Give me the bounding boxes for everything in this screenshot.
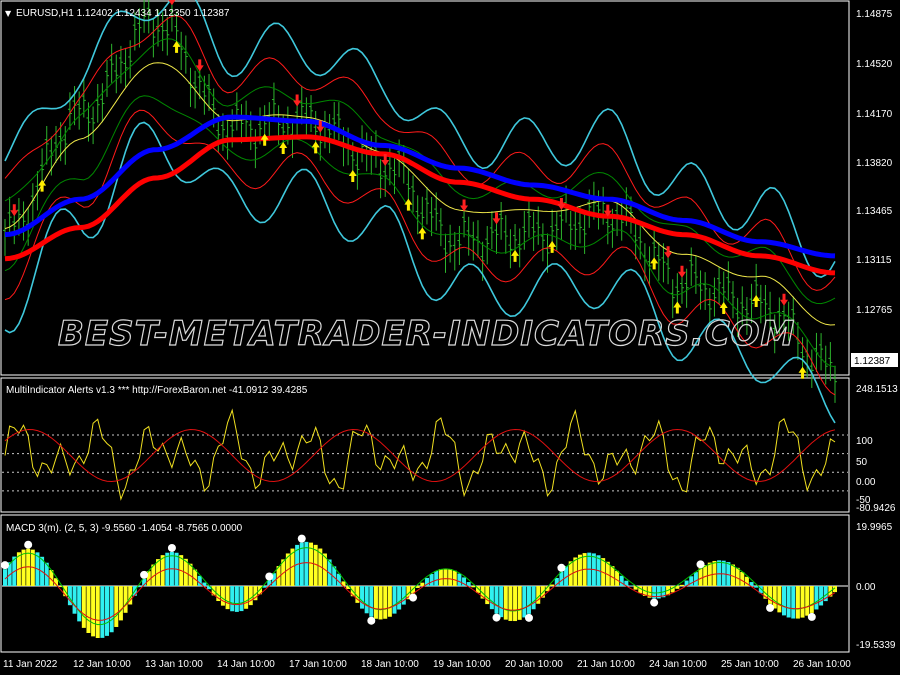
osc-tick: 50	[856, 457, 868, 468]
arrow-up-icon	[673, 301, 682, 314]
macd-axis: 19.9965 0.00 -19.5339	[856, 522, 896, 651]
macd-dot-marker	[807, 612, 816, 621]
macd-header: MACD 3(m). (2, 5, 3) -9.5560 -1.4054 -8.…	[6, 523, 243, 534]
price-tick: 1.14170	[856, 109, 893, 120]
macd-plot	[1, 534, 848, 639]
price-tick: 1.13465	[856, 206, 893, 217]
arrow-up-icon	[418, 227, 427, 240]
macd-dot-marker	[492, 613, 501, 622]
time-axis: 11 Jan 2022 12 Jan 10:00 13 Jan 10:00 14…	[3, 659, 851, 670]
macd-dot-marker	[140, 570, 149, 579]
price-tick: 1.14875	[856, 9, 893, 20]
macd-dot-marker	[696, 560, 705, 569]
arrow-up-icon	[752, 295, 761, 308]
macd-tick: 0.00	[856, 582, 876, 593]
time-tick: 18 Jan 10:00	[361, 659, 419, 670]
arrow-up-icon	[260, 133, 269, 146]
macd-dot-marker	[766, 603, 775, 612]
osc-tick: -80.9426	[856, 503, 896, 514]
osc-tick: 0.00	[856, 477, 876, 488]
macd-dot-marker	[367, 616, 376, 625]
arrow-up-icon	[511, 249, 520, 262]
time-tick: 19 Jan 10:00	[433, 659, 491, 670]
time-tick: 12 Jan 10:00	[73, 659, 131, 670]
time-tick: 20 Jan 10:00	[505, 659, 563, 670]
arrow-up-icon	[650, 257, 659, 270]
arrow-up-icon	[798, 366, 807, 379]
macd-dot-marker	[265, 572, 274, 581]
main-header: EURUSD,H1 1.12402 1.12434 1.12350 1.1238…	[16, 8, 230, 19]
band-line	[4, 38, 836, 305]
triangle-down-icon[interactable]: ▼	[5, 9, 12, 18]
macd-dot-marker	[557, 563, 566, 572]
osc-axis: 248.1513 100 50 0.00 -50 -80.9426	[856, 384, 898, 514]
time-tick: 13 Jan 10:00	[145, 659, 203, 670]
time-tick: 26 Jan 10:00	[793, 659, 851, 670]
time-tick: 24 Jan 10:00	[649, 659, 707, 670]
arrow-down-icon	[677, 265, 686, 278]
arrow-up-icon	[172, 40, 181, 53]
macd-dot-marker	[650, 598, 659, 607]
ma-fast-line	[4, 114, 836, 259]
main-plot	[3, 0, 837, 424]
arrow-up-icon	[719, 301, 728, 314]
macd-dot-marker	[524, 613, 533, 622]
chart-window: BEST-METATRADER-INDICATORS.COM ▼ EURUSD,…	[0, 0, 900, 675]
osc-tick: 248.1513	[856, 384, 898, 395]
macd-dot-marker	[167, 543, 176, 552]
arrow-down-icon	[779, 293, 788, 306]
osc-tick: 100	[856, 436, 873, 447]
chart-svg: BEST-METATRADER-INDICATORS.COM ▼ EURUSD,…	[0, 0, 898, 670]
time-tick: 25 Jan 10:00	[721, 659, 779, 670]
macd-dot-marker	[409, 593, 418, 602]
osc-panel-frame	[0, 377, 850, 513]
macd-dot-marker	[1, 561, 9, 570]
price-tick: 1.13820	[856, 158, 893, 169]
price-tick: 1.14520	[856, 59, 893, 70]
price-axis: 1.14875 1.14520 1.14170 1.13820 1.13465 …	[851, 9, 898, 367]
macd-dot-marker	[24, 540, 33, 549]
time-tick: 17 Jan 10:00	[289, 659, 347, 670]
arrow-down-icon	[664, 246, 673, 259]
price-tick: 1.12765	[856, 305, 893, 316]
time-tick: 21 Jan 10:00	[577, 659, 635, 670]
arrow-up-icon	[348, 170, 357, 183]
time-tick: 14 Jan 10:00	[217, 659, 275, 670]
arrow-down-icon	[293, 94, 302, 107]
osc-header: MultiIndicator Alerts v1.3 *** http://Fo…	[6, 385, 308, 396]
arrow-up-icon	[404, 198, 413, 211]
watermark: BEST-METATRADER-INDICATORS.COM	[58, 314, 795, 354]
current-price-label: 1.12387	[854, 356, 891, 367]
arrow-up-icon	[548, 240, 557, 253]
osc-yellow-line	[4, 408, 836, 501]
macd-tick: -19.5339	[856, 640, 896, 651]
price-tick: 1.13115	[856, 255, 892, 266]
macd-dot-marker	[297, 534, 306, 543]
arrow-down-icon	[10, 204, 19, 217]
macd-tick: 19.9965	[856, 522, 893, 533]
arrow-down-icon	[557, 198, 566, 211]
arrow-down-icon	[460, 199, 469, 212]
osc-plot	[2, 408, 848, 501]
time-tick: 11 Jan 2022	[3, 659, 58, 670]
arrow-up-icon	[311, 141, 320, 154]
